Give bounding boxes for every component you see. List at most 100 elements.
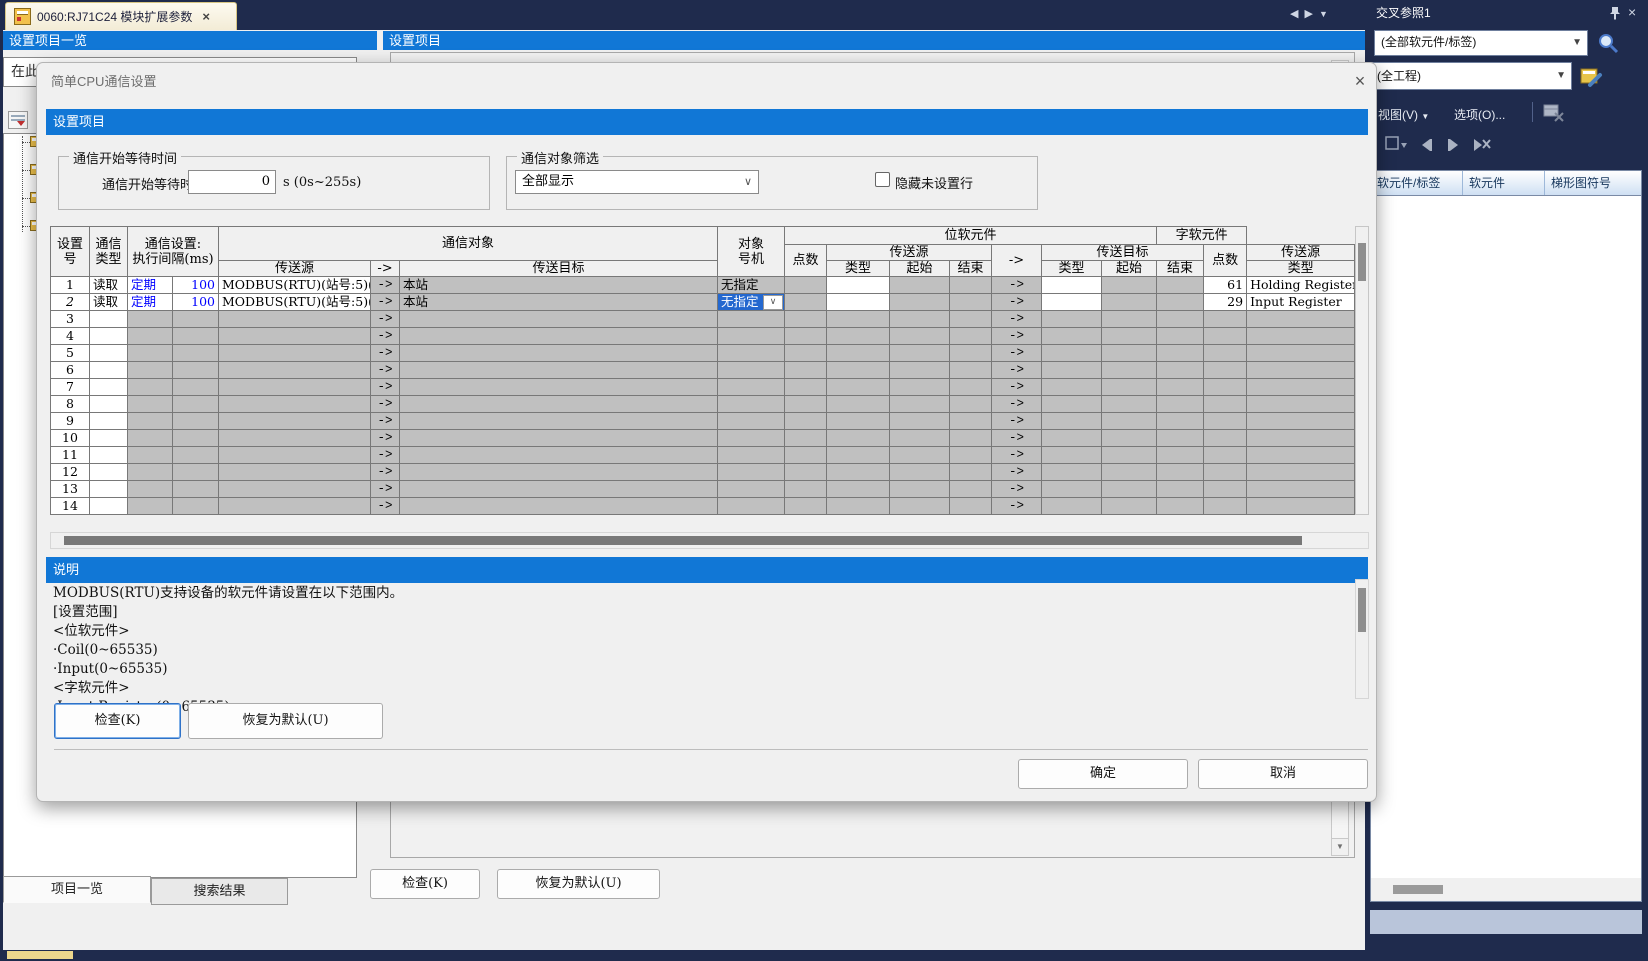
grid-cell[interactable] <box>1102 396 1157 413</box>
tab-list-icon[interactable]: ▼ <box>1319 9 1334 19</box>
panel-close-icon[interactable]: × <box>1628 4 1636 20</box>
result-list[interactable] <box>1370 196 1642 902</box>
expand-tree-icon[interactable] <box>8 111 28 129</box>
grid-cell[interactable] <box>400 311 718 328</box>
grid-cell[interactable] <box>173 311 219 328</box>
grid-cell[interactable] <box>1157 311 1204 328</box>
grid-cell[interactable] <box>718 430 785 447</box>
grid-cell[interactable]: 1 <box>51 277 90 294</box>
grid-cell[interactable] <box>890 294 950 311</box>
grid-cell[interactable] <box>1042 294 1102 311</box>
grid-cell[interactable] <box>219 464 371 481</box>
grid-cell[interactable]: -> <box>371 464 400 481</box>
restore-default-button[interactable]: 恢复为默认(U) <box>188 703 383 739</box>
grid-cell[interactable] <box>890 413 950 430</box>
grid-cell[interactable] <box>219 311 371 328</box>
grid-cell[interactable] <box>785 498 827 515</box>
grid-cell[interactable] <box>128 379 173 396</box>
grid-cell[interactable] <box>827 294 890 311</box>
grid-cell[interactable] <box>785 277 827 294</box>
chevron-down-icon[interactable]: ▼ <box>1572 31 1582 55</box>
grid-cell[interactable] <box>1204 328 1247 345</box>
grid-cell[interactable] <box>950 379 992 396</box>
window-select-icon[interactable] <box>1384 135 1408 155</box>
grid-cell[interactable] <box>1042 277 1102 294</box>
grid-cell[interactable] <box>1247 379 1355 396</box>
grid-cell[interactable] <box>128 498 173 515</box>
grid-cell[interactable] <box>1042 447 1102 464</box>
grid-cell[interactable]: -> <box>992 481 1042 498</box>
grid-cell[interactable] <box>890 362 950 379</box>
column-device-label[interactable]: 软元件/标签 <box>1371 171 1463 195</box>
grid-cell[interactable] <box>718 379 785 396</box>
grid-cell[interactable]: 9 <box>51 413 90 430</box>
grid-cell[interactable]: -> <box>992 447 1042 464</box>
grid-cell[interactable]: Holding Register <box>1247 277 1355 294</box>
grid-vscrollbar[interactable] <box>1355 226 1369 515</box>
grid-cell[interactable] <box>950 294 992 311</box>
grid-cell[interactable] <box>90 481 128 498</box>
tab-close-icon[interactable]: × <box>202 9 210 24</box>
display-filter-combobox[interactable]: 全部显示 ∨ <box>515 170 759 194</box>
hscroll-thumb[interactable] <box>64 536 1302 545</box>
grid-cell[interactable] <box>173 345 219 362</box>
grid-cell[interactable] <box>219 396 371 413</box>
chevron-down-icon[interactable]: ▼ <box>1556 63 1566 89</box>
grid-cell[interactable] <box>1042 345 1102 362</box>
grid-cell[interactable] <box>1247 464 1355 481</box>
grid-cell[interactable] <box>890 328 950 345</box>
device-filter-combobox[interactable]: (全部软元件/标签) ▼ <box>1374 30 1588 56</box>
grid-cell[interactable] <box>219 362 371 379</box>
pane-check-button[interactable]: 检查(K) <box>370 869 480 899</box>
grid-cell[interactable] <box>1042 430 1102 447</box>
stop-jump-icon[interactable] <box>1468 135 1492 155</box>
scroll-down-icon[interactable]: ▼ <box>1331 838 1349 856</box>
grid-cell[interactable] <box>90 447 128 464</box>
column-device[interactable]: 软元件 <box>1463 171 1545 195</box>
nav-forward-icon[interactable]: ▶ <box>1304 8 1318 20</box>
ok-button[interactable]: 确定 <box>1018 759 1188 789</box>
grid-cell[interactable] <box>400 362 718 379</box>
grid-cell[interactable]: 3 <box>51 311 90 328</box>
dialog-close-icon[interactable]: × <box>1349 71 1371 92</box>
condition-setting-icon[interactable] <box>1578 63 1604 89</box>
grid-cell[interactable] <box>827 328 890 345</box>
grid-cell[interactable] <box>827 498 890 515</box>
grid-cell[interactable] <box>1157 379 1204 396</box>
grid-cell[interactable]: 61 <box>1204 277 1247 294</box>
grid-cell[interactable] <box>890 447 950 464</box>
grid-cell[interactable] <box>718 481 785 498</box>
grid-cell[interactable] <box>1157 447 1204 464</box>
grid-cell[interactable] <box>219 430 371 447</box>
grid-cell[interactable] <box>890 311 950 328</box>
grid-cell[interactable] <box>128 464 173 481</box>
grid-hscrollbar[interactable] <box>50 532 1369 549</box>
grid-cell[interactable] <box>785 481 827 498</box>
grid-cell[interactable]: Input Register <box>1247 294 1355 311</box>
grid-cell[interactable]: 7 <box>51 379 90 396</box>
grid-cell[interactable] <box>1157 430 1204 447</box>
grid-cell[interactable]: -> <box>371 362 400 379</box>
grid-cell[interactable] <box>1042 362 1102 379</box>
grid-cell[interactable] <box>950 345 992 362</box>
grid-cell[interactable] <box>890 345 950 362</box>
grid-cell[interactable] <box>400 464 718 481</box>
grid-cell[interactable] <box>128 328 173 345</box>
grid-cell[interactable] <box>400 396 718 413</box>
description-vscrollbar[interactable] <box>1355 579 1369 699</box>
grid-cell[interactable] <box>1247 362 1355 379</box>
grid-cell[interactable] <box>1204 447 1247 464</box>
grid-cell[interactable] <box>1042 464 1102 481</box>
grid-cell[interactable] <box>90 362 128 379</box>
grid-cell[interactable] <box>1247 396 1355 413</box>
grid-cell[interactable] <box>173 413 219 430</box>
grid-cell[interactable]: 5 <box>51 345 90 362</box>
grid-cell[interactable] <box>173 447 219 464</box>
grid-cell[interactable]: -> <box>992 311 1042 328</box>
grid-cell[interactable] <box>827 345 890 362</box>
grid-cell[interactable] <box>785 362 827 379</box>
grid-cell[interactable] <box>1157 345 1204 362</box>
grid-cell[interactable] <box>128 481 173 498</box>
grid-cell[interactable] <box>400 345 718 362</box>
grid-cell[interactable] <box>1102 430 1157 447</box>
